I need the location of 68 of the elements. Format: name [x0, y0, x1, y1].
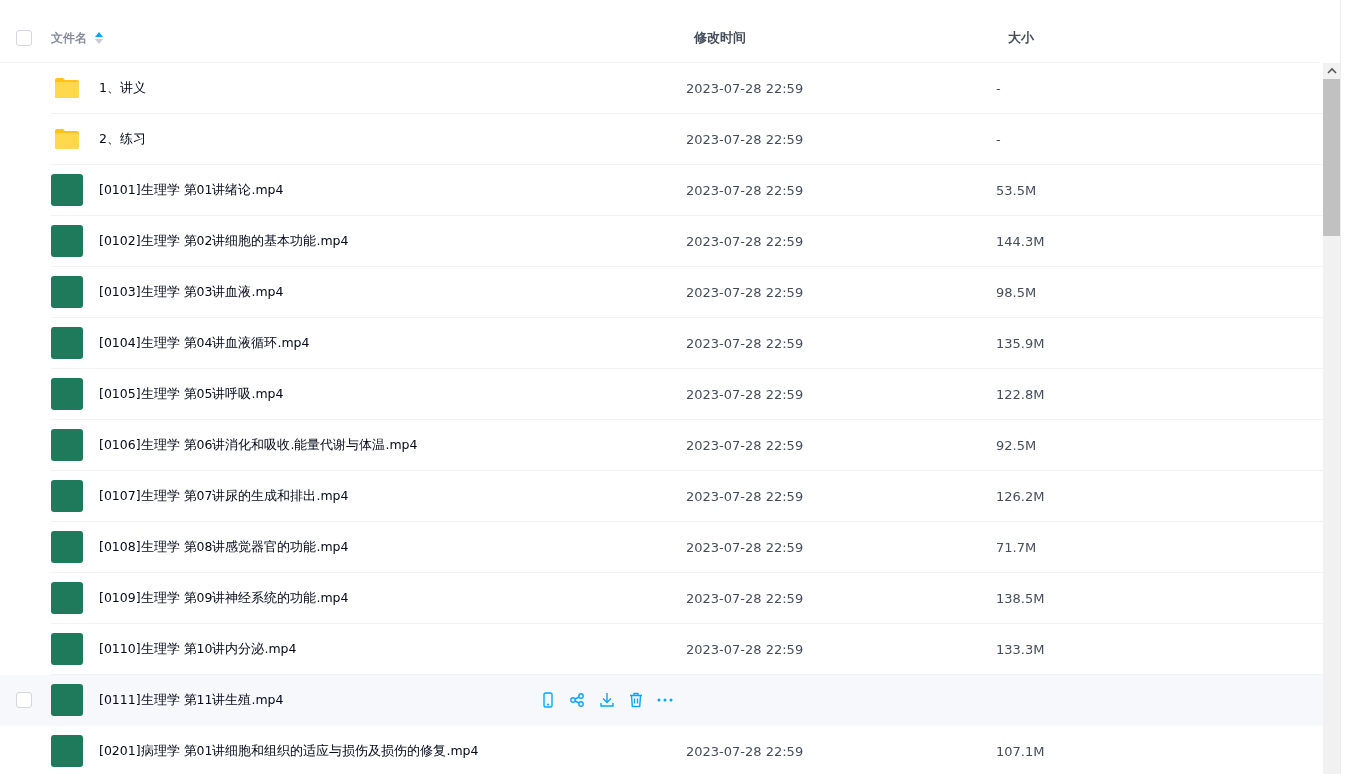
column-header[interactable]: 修改时间 [694, 30, 746, 45]
trash-icon[interactable] [629, 692, 643, 708]
file-name[interactable]: [0107]生理学 第07讲尿的生成和排出.mp4 [99, 487, 349, 505]
file-name[interactable]: [0108]生理学 第08讲感觉器官的功能.mp4 [99, 538, 349, 556]
file-size: 122.8M [996, 386, 1045, 402]
more-icon[interactable] [657, 698, 673, 702]
video-thumbnail [51, 684, 83, 716]
modified-time: 2023-07-28 22:59 [686, 437, 804, 453]
modified-time: 2023-07-28 22:59 [686, 539, 804, 555]
file-size: 144.3M [996, 233, 1045, 249]
phone-icon[interactable] [541, 692, 555, 708]
file-name[interactable]: [0106]生理学 第06讲消化和吸收.能量代谢与体温.mp4 [99, 436, 418, 454]
modified-time: 2023-07-28 22:59 [686, 641, 804, 657]
modified-time: 2023-07-28 22:59 [686, 488, 804, 504]
video-thumbnail [51, 225, 83, 257]
file-size: 92.5M [996, 437, 1037, 453]
file-size: - [996, 131, 1001, 147]
video-thumbnail [51, 735, 83, 767]
scroll-up-icon[interactable] [1326, 67, 1337, 75]
hovered-row[interactable]: [0111]生理学 第11讲生殖.mp4 [0, 675, 1323, 726]
file-name[interactable]: [0102]生理学 第02讲细胞的基本功能.mp4 [99, 232, 349, 250]
file-name[interactable]: 2、练习 [99, 130, 146, 148]
file-name[interactable]: 1、讲义 [99, 79, 146, 97]
video-thumbnail [51, 276, 83, 308]
download-icon[interactable] [599, 692, 615, 708]
modified-time: 2023-07-28 22:59 [686, 182, 804, 198]
file-size: 98.5M [996, 284, 1037, 300]
file-size: 71.7M [996, 539, 1037, 555]
file-name[interactable]: [0109]生理学 第09讲神经系统的功能.mp4 [99, 589, 349, 607]
video-thumbnail [51, 378, 83, 410]
file-size: 133.3M [996, 641, 1045, 657]
scrollbar[interactable] [1323, 63, 1340, 774]
file-size: 138.5M [996, 590, 1045, 606]
file-size: 53.5M [996, 182, 1037, 198]
file-size: - [996, 80, 1001, 96]
modified-time: 2023-07-28 22:59 [686, 335, 804, 351]
sort-icon[interactable] [95, 31, 103, 45]
modified-time: 2023-07-28 22:59 [686, 743, 804, 759]
file-name[interactable]: [0201]病理学 第01讲细胞和组织的适应与损伤及损伤的修复.mp4 [99, 742, 479, 760]
video-thumbnail [51, 480, 83, 512]
share-icon[interactable] [569, 692, 585, 708]
column-header[interactable]: 大小 [1008, 30, 1034, 45]
folder-icon [54, 77, 80, 99]
video-thumbnail [51, 633, 83, 665]
file-name[interactable]: [0110]生理学 第10讲内分泌.mp4 [99, 640, 297, 658]
modified-time: 2023-07-28 22:59 [686, 80, 804, 96]
modified-time: 2023-07-28 22:59 [686, 233, 804, 249]
file-name[interactable]: [0103]生理学 第03讲血液.mp4 [99, 283, 284, 301]
modified-time: 2023-07-28 22:59 [686, 131, 804, 147]
scrollbar-thumb[interactable] [1323, 79, 1340, 236]
modified-time: 2023-07-28 22:59 [686, 284, 804, 300]
video-thumbnail [51, 327, 83, 359]
modified-time: 2023-07-28 22:59 [686, 590, 804, 606]
file-name[interactable]: [0111]生理学 第11讲生殖.mp4 [99, 691, 284, 709]
select-all-checkbox[interactable] [16, 30, 32, 46]
folder-icon [54, 128, 80, 150]
file-size: 135.9M [996, 335, 1045, 351]
modified-time: 2023-07-28 22:59 [686, 386, 804, 402]
video-thumbnail [51, 429, 83, 461]
file-name[interactable]: [0105]生理学 第05讲呼吸.mp4 [99, 385, 284, 403]
file-name[interactable]: [0101]生理学 第01讲绪论.mp4 [99, 181, 284, 199]
video-thumbnail [51, 582, 83, 614]
file-name[interactable]: [0104]生理学 第04讲血液循环.mp4 [99, 334, 310, 352]
video-thumbnail [51, 174, 83, 206]
row-checkbox[interactable] [16, 692, 32, 708]
file-size: 107.1M [996, 743, 1045, 759]
video-thumbnail [51, 531, 83, 563]
file-size: 126.2M [996, 488, 1045, 504]
